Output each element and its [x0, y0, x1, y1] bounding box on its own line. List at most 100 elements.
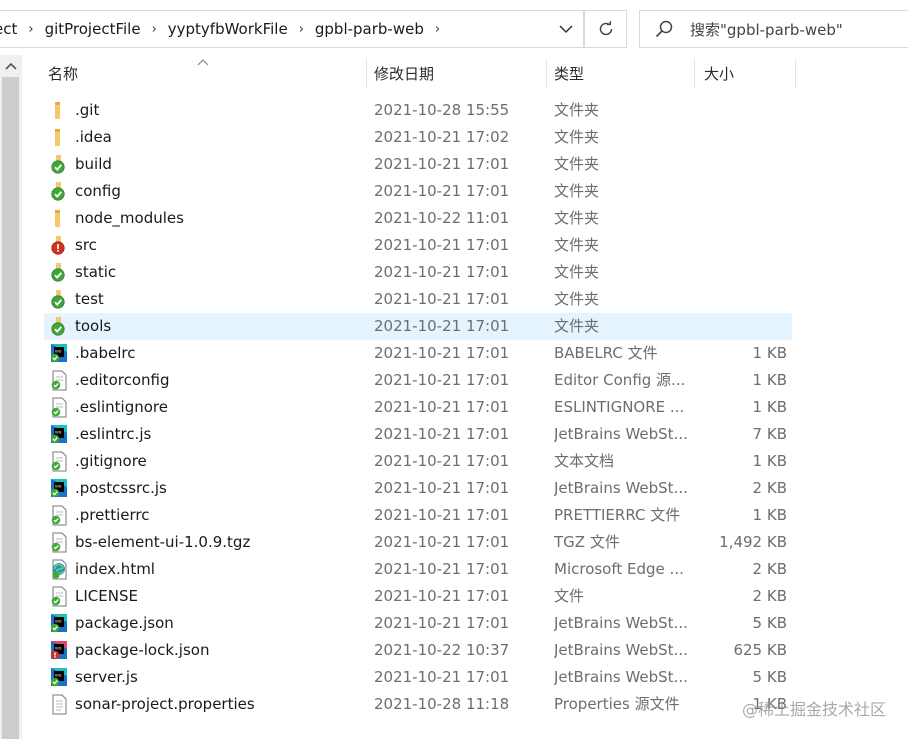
- file-name: static: [75, 263, 117, 281]
- refresh-button[interactable]: [584, 10, 627, 48]
- file-type: ESLINTIGNORE ...: [554, 398, 685, 416]
- file-size: 1 KB: [752, 371, 787, 389]
- file-size: 5 KB: [752, 668, 787, 686]
- file-row[interactable]: .eslintignore 2021-10-21 17:01 ESLINTIGNOR…: [44, 394, 908, 421]
- file-size: [694, 151, 787, 178]
- breadcrumb-workfile[interactable]: yyptyfbWorkFile: [168, 20, 288, 38]
- file-type: 文件夹: [554, 155, 600, 173]
- breadcrumb-current-folder[interactable]: gpbl-parb-web: [315, 20, 424, 38]
- breadcrumb-separator-icon[interactable]: ›: [28, 22, 33, 37]
- file-name: src: [75, 236, 97, 254]
- file-name: package.json: [75, 614, 174, 632]
- breadcrumb-separator-icon[interactable]: ›: [152, 22, 157, 37]
- search-icon: [655, 20, 673, 38]
- file-modified-date: 2021-10-21 17:01: [374, 344, 510, 362]
- file-row[interactable]: .idea 2021-10-21 17:02 文件夹: [44, 124, 908, 151]
- file-modified-date: 2021-10-21 17:01: [374, 614, 510, 632]
- file-name: config: [75, 182, 121, 200]
- file-size: [694, 124, 787, 151]
- file-name: .prettierrc: [75, 506, 150, 524]
- breadcrumb-gitprojectfile[interactable]: gitProjectFile: [45, 20, 141, 38]
- file-modified-date: 2021-10-22 10:37: [374, 641, 510, 659]
- file-type: JetBrains WebSt...: [554, 425, 688, 443]
- file-modified-date: 2021-10-28 15:55: [374, 101, 510, 119]
- column-divider[interactable]: [546, 59, 547, 89]
- search-input[interactable]: 搜索"gpbl-parb-web": [690, 19, 843, 40]
- file-type: JetBrains WebSt...: [554, 641, 688, 659]
- file-row[interactable]: build 2021-10-21 17:01 文件夹: [44, 151, 908, 178]
- file-name: .postcssrc.js: [75, 479, 167, 497]
- file-type: 文本文档: [554, 452, 615, 470]
- file-row[interactable]: .gitignore 2021-10-21 17:01 文本文档 1 KB: [44, 448, 908, 475]
- breadcrumb-project[interactable]: ect: [0, 20, 17, 38]
- column-size[interactable]: 大小: [704, 55, 794, 91]
- address-bar[interactable]: ect › gitProjectFile › yyptyfbWorkFile ›…: [0, 10, 584, 48]
- file-row[interactable]: test 2021-10-21 17:01 文件夹: [44, 286, 908, 313]
- file-type: Microsoft Edge ...: [554, 560, 684, 578]
- file-row[interactable]: WS package-lock.json 2021-10-22 10:37 JetBr…: [44, 637, 908, 664]
- file-row[interactable]: WS server.js 2021-10-21 17:01 JetBrains Web…: [44, 664, 908, 691]
- file-name: .gitignore: [75, 452, 147, 470]
- file-modified-date: 2021-10-21 17:01: [374, 587, 510, 605]
- file-row[interactable]: .git 2021-10-28 15:55 文件夹: [44, 97, 908, 124]
- column-date[interactable]: 修改日期: [374, 55, 546, 91]
- file-name: LICENSE: [75, 587, 138, 605]
- file-modified-date: 2021-10-21 17:01: [374, 371, 510, 389]
- file-row[interactable]: node_modules 2021-10-22 11:01 文件夹: [44, 205, 908, 232]
- file-row[interactable]: WS .postcssrc.js 2021-10-21 17:01 JetBrains…: [44, 475, 908, 502]
- file-name: .eslintignore: [75, 398, 168, 416]
- chevron-down-icon[interactable]: [557, 20, 575, 38]
- scroll-up-arrow-icon[interactable]: [0, 55, 22, 77]
- file-size: [694, 313, 787, 340]
- column-type[interactable]: 类型: [554, 55, 694, 91]
- file-size: 625 KB: [733, 641, 787, 659]
- file-type: JetBrains WebSt...: [554, 614, 688, 632]
- column-header: 名称 修改日期 类型 大小: [22, 55, 908, 91]
- file-name: server.js: [75, 668, 138, 686]
- breadcrumb-separator-icon[interactable]: ›: [299, 22, 304, 37]
- column-divider[interactable]: [694, 59, 695, 89]
- file-row[interactable]: src 2021-10-21 17:01 文件夹: [44, 232, 908, 259]
- file-row[interactable]: WS .eslintrc.js 2021-10-21 17:01 JetBrains …: [44, 421, 908, 448]
- search-box[interactable]: 搜索"gpbl-parb-web": [639, 10, 908, 48]
- file-row[interactable]: WS .babelrc 2021-10-21 17:01 BABELRC 文件 1 KB: [44, 340, 908, 367]
- file-modified-date: 2021-10-22 11:01: [374, 209, 510, 227]
- file-size: 1 KB: [752, 398, 787, 416]
- file-row[interactable]: .editorconfig 2021-10-21 17:01 Editor Conf…: [44, 367, 908, 394]
- file-type: 文件夹: [554, 101, 600, 119]
- file-size: [694, 232, 787, 259]
- file-type: 文件夹: [554, 263, 600, 281]
- svg-text:WS: WS: [55, 619, 62, 624]
- file-type: TGZ 文件: [554, 533, 620, 551]
- file-name: sonar-project.properties: [75, 695, 255, 713]
- file-row[interactable]: config 2021-10-21 17:01 文件夹: [44, 178, 908, 205]
- file-name: bs-element-ui-1.0.9.tgz: [75, 533, 251, 551]
- file-name: index.html: [75, 560, 155, 578]
- column-divider[interactable]: [795, 59, 796, 89]
- file-row[interactable]: tools 2021-10-21 17:01 文件夹: [44, 313, 792, 340]
- file-row[interactable]: index.html 2021-10-21 17:01 Microsoft Edge…: [44, 556, 908, 583]
- file-size: [694, 178, 787, 205]
- svg-text:WS: WS: [55, 430, 62, 435]
- file-size: [694, 259, 787, 286]
- file-type: Editor Config 源...: [554, 371, 686, 389]
- file-modified-date: 2021-10-21 17:01: [374, 263, 510, 281]
- file-size: 1 KB: [752, 452, 787, 470]
- column-divider[interactable]: [366, 59, 367, 89]
- file-type: 文件: [554, 587, 585, 605]
- file-type: 文件夹: [554, 290, 600, 308]
- file-row[interactable]: WS package.json 2021-10-21 17:01 JetBrains …: [44, 610, 908, 637]
- file-type: 文件夹: [554, 236, 600, 254]
- breadcrumb-separator-icon[interactable]: ›: [435, 22, 440, 37]
- file-row[interactable]: static 2021-10-21 17:01 文件夹: [44, 259, 908, 286]
- file-row[interactable]: LICENSE 2021-10-21 17:01 文件 2 KB: [44, 583, 908, 610]
- vertical-scrollbar[interactable]: [0, 55, 22, 739]
- file-size: 5 KB: [752, 614, 787, 632]
- file-type: 文件夹: [554, 182, 600, 200]
- file-row[interactable]: .prettierrc 2021-10-21 17:01 PRETTIERRC 文件…: [44, 502, 908, 529]
- file-row[interactable]: bs-element-ui-1.0.9.tgz 2021-10-21 17:01 T…: [44, 529, 908, 556]
- column-name[interactable]: 名称: [48, 55, 366, 91]
- file-type: 文件夹: [554, 317, 600, 335]
- file-size: [694, 97, 787, 124]
- scrollbar-thumb[interactable]: [2, 77, 19, 739]
